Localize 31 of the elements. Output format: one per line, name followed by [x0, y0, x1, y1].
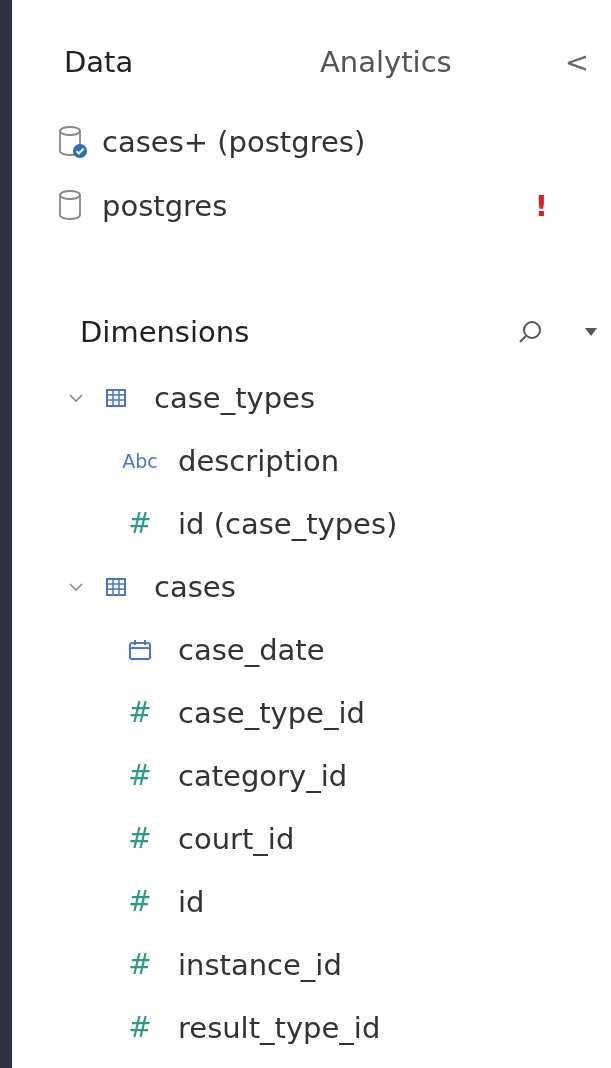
number-type-label: # — [128, 822, 152, 855]
pane-tab[interactable]: Analytics — [320, 45, 561, 79]
field-name[interactable]: case_type_id — [178, 695, 365, 730]
number-type-label: # — [128, 885, 152, 918]
field-name[interactable]: category_id — [178, 758, 348, 793]
field-name[interactable]: case_date — [178, 632, 325, 667]
section-title: Dimensions — [80, 315, 251, 349]
data-source-name[interactable]: postgres — [102, 189, 535, 223]
search-icon[interactable] — [517, 319, 543, 345]
field-name[interactable]: court_id — [178, 821, 295, 856]
warning-mark: ! — [534, 189, 548, 223]
number-type-label: # — [128, 1011, 152, 1044]
table-name[interactable]: case_types — [154, 380, 316, 415]
number-type-label: # — [128, 696, 152, 729]
field-name[interactable]: id — [178, 884, 205, 919]
number-type-label: # — [128, 759, 152, 792]
calendar-icon — [128, 638, 152, 661]
data-source-name[interactable]: cases+ (postgres) — [102, 125, 556, 159]
field-name[interactable]: id (case_types) — [178, 506, 398, 541]
table-icon — [106, 388, 126, 407]
field-name[interactable]: instance_id — [178, 947, 342, 982]
string-type-label: Abc — [122, 449, 158, 472]
collapse-button[interactable]: < — [560, 45, 593, 79]
field-name[interactable]: description — [178, 443, 340, 478]
pane-tab[interactable]: Data — [64, 45, 320, 79]
field-name[interactable]: result_type_id — [178, 1010, 381, 1045]
number-type-label: # — [128, 507, 152, 540]
dropdown-caret-icon[interactable] — [585, 328, 597, 336]
number-type-label: # — [128, 948, 152, 981]
table-icon — [106, 577, 126, 596]
table-name[interactable]: cases — [154, 569, 236, 604]
